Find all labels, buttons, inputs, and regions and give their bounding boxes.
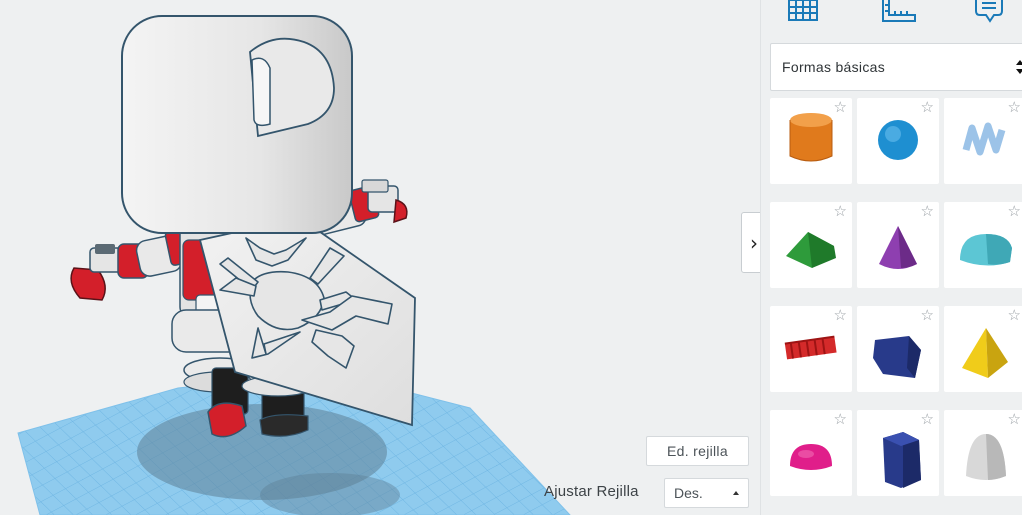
text-shape-icon [784,335,837,360]
chevron-right-icon: › [750,230,758,255]
half-sphere-icon [790,444,832,470]
panel-collapse-button[interactable]: › [741,212,760,273]
box-prism-icon [873,336,921,378]
tab-notes[interactable] [967,0,1011,28]
shape-category-value: Formas básicas [782,59,886,75]
ruler-icon [882,0,916,22]
robot-head[interactable] [121,15,353,234]
shapes-panel: Formas básicas ☆ ☆ ☆ ☆ ☆ ☆ ☆ ☆ ☆ ☆ ☆ ☆ [760,0,1022,515]
roof-icon [786,232,836,268]
snap-grid-select[interactable]: Des. [664,478,749,508]
shape-box-prism[interactable]: ☆ [857,306,939,392]
shape-text[interactable]: ☆ [770,306,852,392]
grid-icon [788,0,818,21]
shape-roof[interactable]: ☆ [770,202,852,288]
cone-icon [879,226,917,269]
polygon-icon [883,432,921,488]
shape-cylinder[interactable]: ☆ [770,98,852,184]
tab-ruler[interactable] [877,0,921,28]
panel-tabs [761,0,1022,36]
tab-workplane[interactable] [781,0,825,28]
shape-pyramid[interactable]: ☆ [944,306,1022,392]
snap-grid-label: Ajustar Rejilla [544,483,639,500]
shape-round-roof[interactable]: ☆ [944,202,1022,288]
snap-grid-value: Des. [674,485,703,501]
shape-cone[interactable]: ☆ [857,202,939,288]
left-arm[interactable] [70,228,194,301]
round-roof-icon [960,234,1012,266]
shape-sphere[interactable]: ☆ [857,98,939,184]
shape-paraboloid[interactable]: ☆ [944,410,1022,496]
updown-arrows-icon [1016,60,1022,74]
sphere-icon [878,120,918,160]
shape-scribble[interactable]: ☆ [944,98,1022,184]
shape-category-select[interactable]: Formas básicas [770,43,1022,91]
shape-polygon[interactable]: ☆ [857,410,939,496]
cylinder-icon [789,113,833,162]
caret-up-icon [733,491,739,495]
scribble-icon [962,122,1006,156]
pyramid-icon [962,328,1008,378]
notes-icon [975,0,1003,23]
edit-grid-button[interactable]: Ed. rejilla [646,436,749,466]
shape-half-sphere[interactable]: ☆ [770,410,852,496]
robot-model[interactable] [70,15,416,438]
paraboloid-icon [966,434,1006,480]
workplane-viewport[interactable]: › Ed. rejilla Ajustar Rejilla Des. [0,0,760,515]
